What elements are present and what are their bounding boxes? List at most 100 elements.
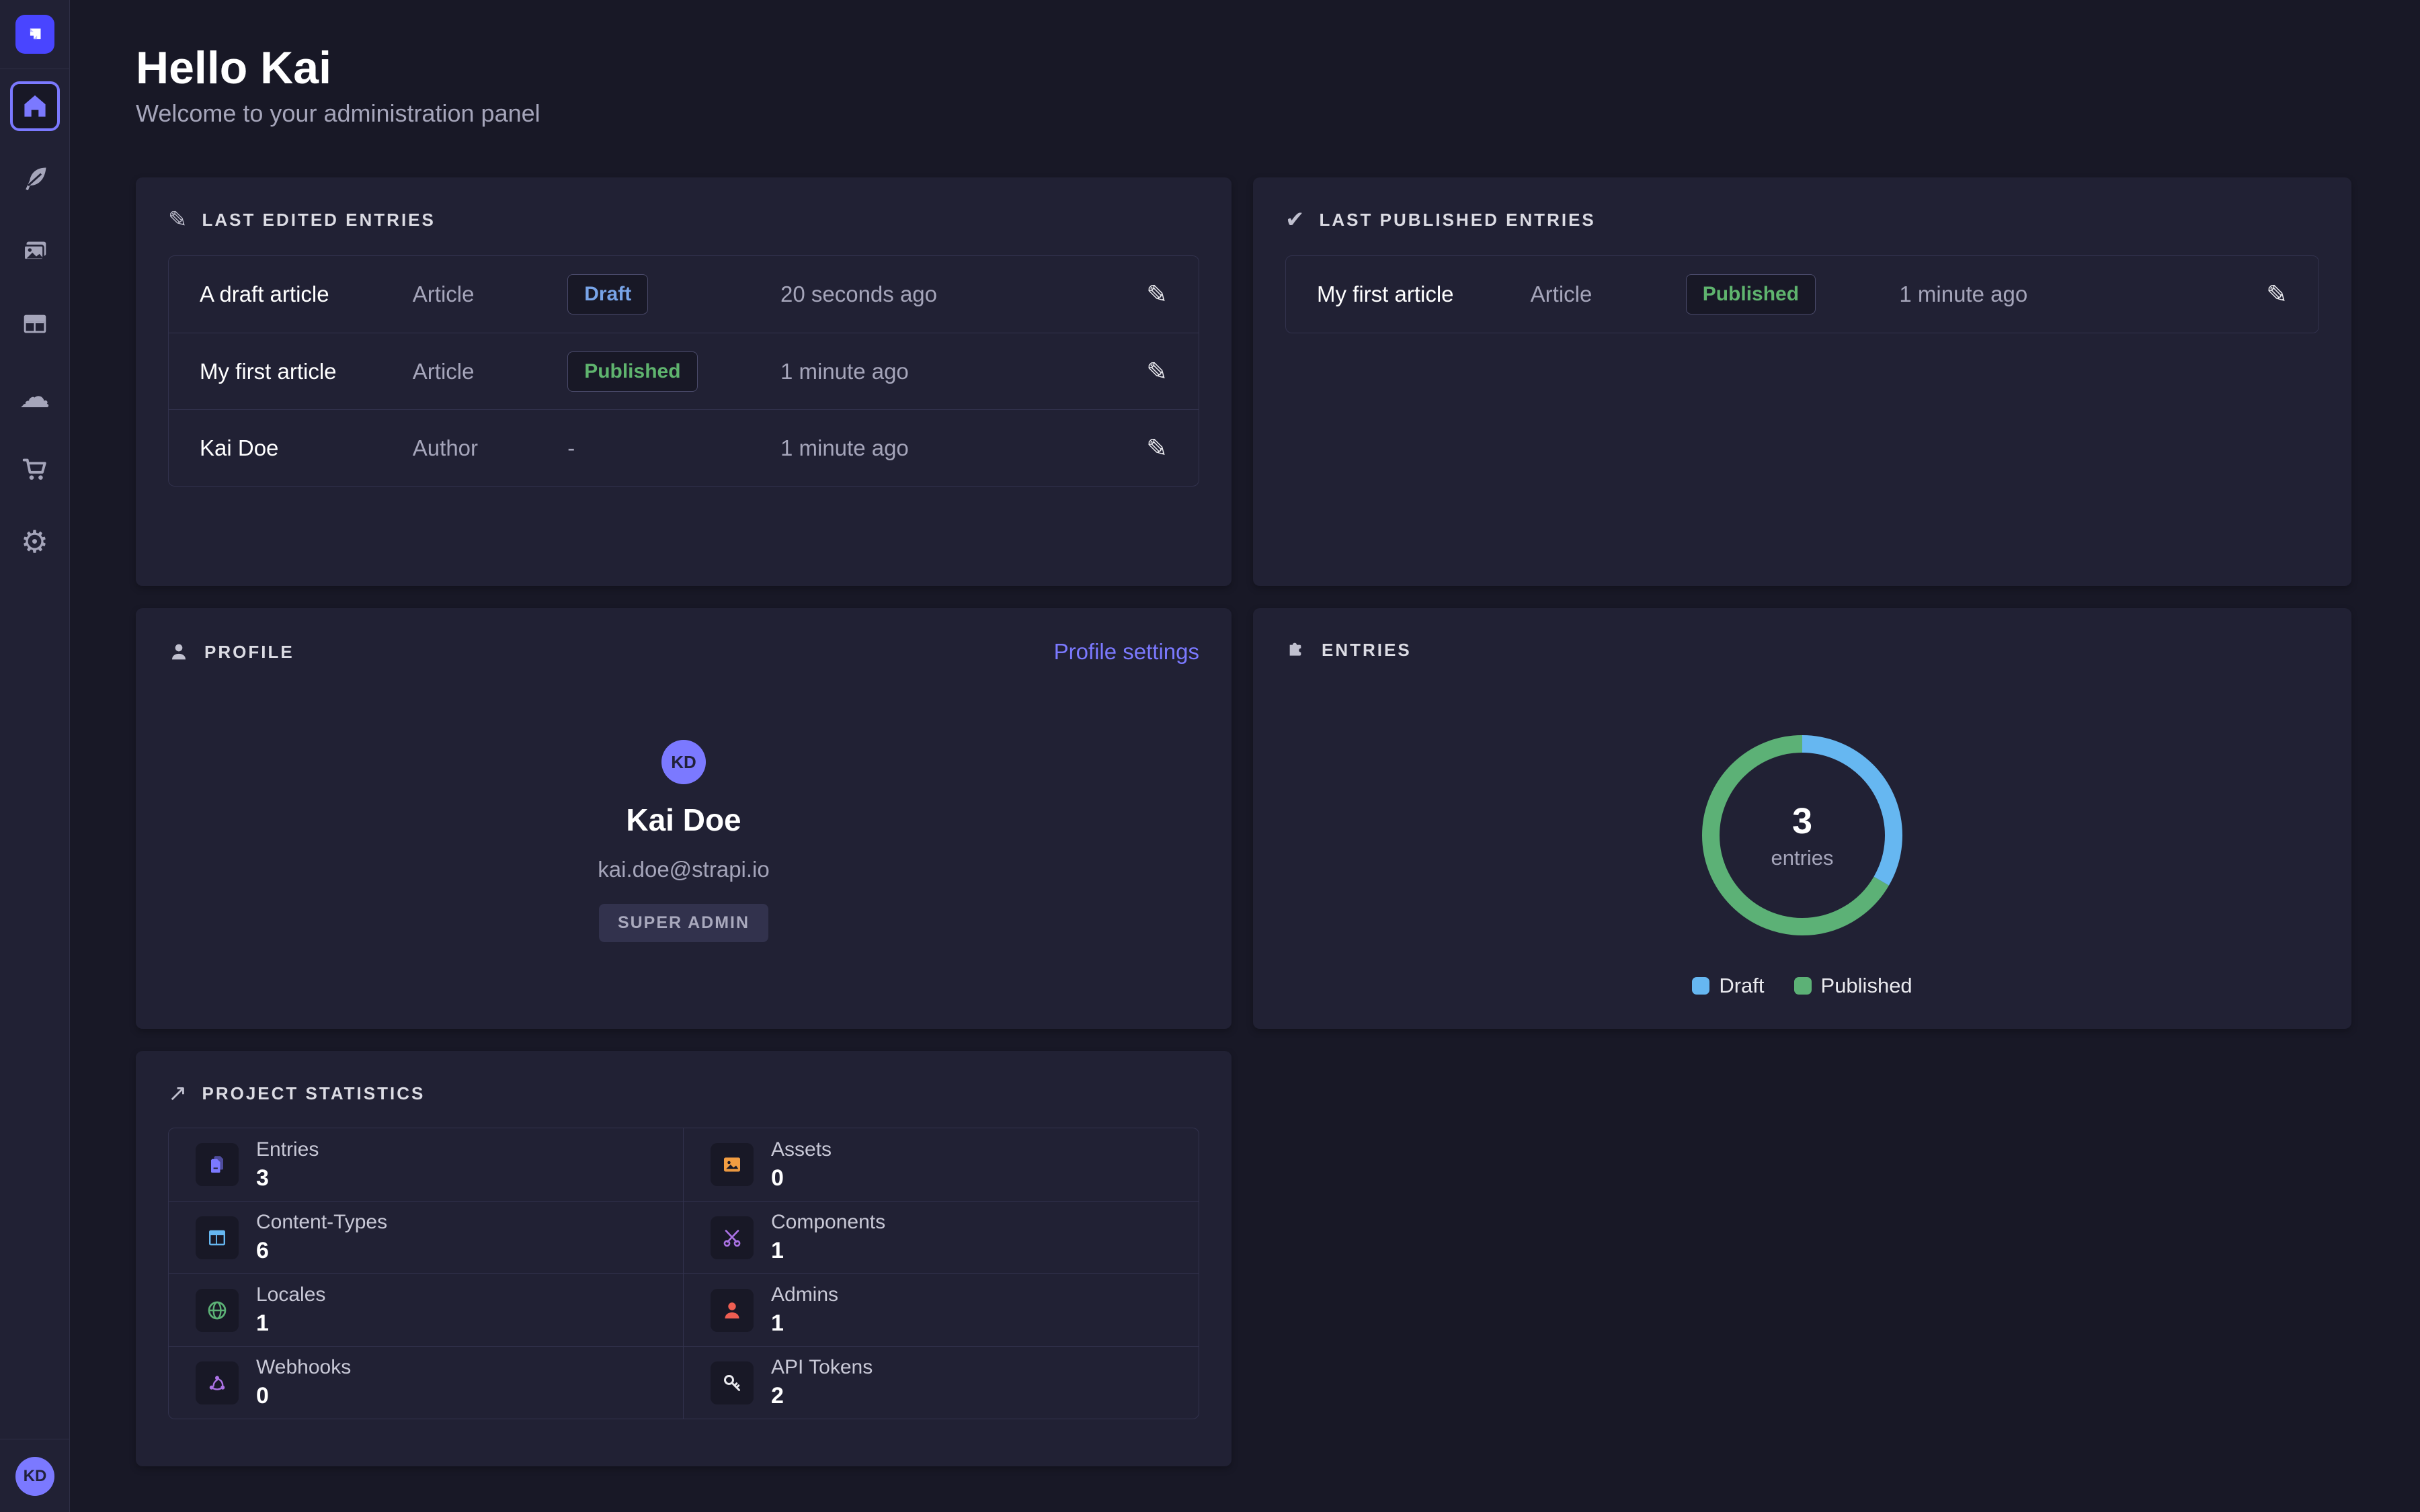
stat-assets: Assets 0 bbox=[684, 1128, 1199, 1201]
entry-name: My first article bbox=[200, 359, 413, 384]
edit-entry-button[interactable]: ✎ bbox=[1146, 280, 1168, 309]
content-types-icon bbox=[205, 1226, 229, 1250]
entry-name: My first article bbox=[1317, 282, 1531, 307]
entries-unit: entries bbox=[1771, 846, 1833, 870]
project-statistics-card: ↗ PROJECT STATISTICS Entries 3 bbox=[136, 1051, 1232, 1466]
profile-email: kai.doe@strapi.io bbox=[598, 857, 769, 882]
last-edited-entries-title: LAST EDITED ENTRIES bbox=[202, 210, 436, 230]
stat-value: 2 bbox=[771, 1383, 873, 1409]
stat-label: Locales bbox=[256, 1284, 325, 1306]
entries-doc-icon bbox=[205, 1152, 229, 1177]
page-subtitle: Welcome to your administration panel bbox=[136, 99, 540, 128]
page-title: Hello Kai bbox=[136, 42, 331, 94]
puzzle-icon bbox=[1285, 639, 1307, 661]
person-icon bbox=[168, 641, 190, 663]
strapi-logo[interactable] bbox=[15, 15, 54, 54]
entries-card: ENTRIES 3 entries Draft Published bbox=[1253, 608, 2351, 1029]
sidebar-item-deploy[interactable]: ☁ bbox=[10, 372, 60, 421]
locales-globe-icon bbox=[205, 1298, 229, 1322]
main-content: Hello Kai Welcome to your administration… bbox=[70, 0, 2420, 1512]
home-icon bbox=[20, 91, 50, 121]
entry-kind: Article bbox=[1531, 282, 1686, 307]
stat-label: Content-Types bbox=[256, 1211, 387, 1234]
entry-kind: Article bbox=[413, 359, 567, 384]
sidebar-footer: KD bbox=[0, 1439, 70, 1512]
sidebar-item-marketplace[interactable] bbox=[10, 444, 60, 494]
pencil-icon: ✎ bbox=[168, 208, 188, 231]
last-published-entries-header: ✔ LAST PUBLISHED ENTRIES bbox=[1285, 208, 2319, 231]
stat-label: Entries bbox=[256, 1138, 319, 1161]
role-badge: SUPER ADMIN bbox=[599, 904, 768, 942]
status-empty: - bbox=[567, 435, 575, 460]
last-published-entries-card: ✔ LAST PUBLISHED ENTRIES My first articl… bbox=[1253, 177, 2351, 586]
edit-entry-button[interactable]: ✎ bbox=[1146, 357, 1168, 386]
stat-label: Admins bbox=[771, 1284, 838, 1306]
table-row: My first article Article Published 1 min… bbox=[169, 333, 1199, 409]
sidebar-item-content-type-builder[interactable] bbox=[10, 299, 60, 349]
project-statistics-grid: Entries 3 Assets 0 bbox=[168, 1128, 1199, 1419]
entries-donut-chart: 3 entries bbox=[1701, 734, 1903, 936]
check-circle-icon: ✔ bbox=[1285, 208, 1305, 231]
project-statistics-header: ↗ PROJECT STATISTICS bbox=[168, 1082, 1199, 1105]
stat-value: 1 bbox=[771, 1310, 838, 1337]
cloud-icon: ☁ bbox=[19, 381, 50, 412]
gear-icon: ⚙ bbox=[21, 526, 48, 557]
entry-time: 1 minute ago bbox=[1899, 282, 2241, 307]
edit-entry-button[interactable]: ✎ bbox=[1146, 433, 1168, 463]
assets-image-icon bbox=[720, 1152, 744, 1177]
stat-webhooks: Webhooks 0 bbox=[169, 1346, 684, 1419]
profile-settings-link[interactable]: Profile settings bbox=[1054, 639, 1199, 665]
stat-api-tokens: API Tokens 2 bbox=[684, 1346, 1199, 1419]
webhooks-icon bbox=[205, 1371, 229, 1395]
legend-item-draft: Draft bbox=[1692, 974, 1764, 998]
entry-time: 1 minute ago bbox=[780, 359, 1121, 384]
sidebar-nav: ☁ ⚙ bbox=[10, 81, 60, 566]
draft-swatch bbox=[1692, 977, 1709, 995]
table-row: My first article Article Published 1 min… bbox=[1286, 256, 2318, 333]
stat-label: Components bbox=[771, 1211, 885, 1234]
published-swatch bbox=[1794, 977, 1812, 995]
sidebar-item-home[interactable] bbox=[10, 81, 60, 131]
sidebar-item-settings[interactable]: ⚙ bbox=[10, 517, 60, 566]
entry-kind: Author bbox=[413, 435, 567, 461]
stat-label: Assets bbox=[771, 1138, 832, 1161]
entries-total: 3 bbox=[1792, 800, 1812, 842]
trend-up-icon: ↗ bbox=[168, 1082, 188, 1105]
stat-locales: Locales 1 bbox=[169, 1273, 684, 1346]
strapi-logo-icon bbox=[24, 23, 46, 46]
last-published-entries-table: My first article Article Published 1 min… bbox=[1285, 255, 2319, 333]
last-edited-entries-card: ✎ LAST EDITED ENTRIES A draft article Ar… bbox=[136, 177, 1232, 586]
admins-user-icon bbox=[720, 1298, 744, 1322]
sidebar-user-avatar[interactable]: KD bbox=[15, 1457, 54, 1496]
table-row: A draft article Article Draft 20 seconds… bbox=[169, 256, 1199, 333]
stat-value: 3 bbox=[256, 1165, 319, 1191]
status-badge: Draft bbox=[567, 274, 648, 314]
legend-label: Published bbox=[1821, 974, 1912, 998]
api-tokens-key-icon bbox=[720, 1371, 744, 1395]
feather-content-icon bbox=[20, 164, 50, 194]
stat-value: 0 bbox=[256, 1383, 351, 1409]
status-badge: Published bbox=[567, 351, 697, 392]
entry-kind: Article bbox=[413, 282, 567, 307]
stat-label: Webhooks bbox=[256, 1356, 351, 1379]
stat-admins: Admins 1 bbox=[684, 1273, 1199, 1346]
stat-entries: Entries 3 bbox=[169, 1128, 684, 1201]
entry-time: 1 minute ago bbox=[780, 435, 1121, 461]
entries-header: ENTRIES bbox=[1285, 639, 2319, 661]
last-edited-entries-table: A draft article Article Draft 20 seconds… bbox=[168, 255, 1199, 487]
sidebar: ☁ ⚙ KD bbox=[0, 0, 70, 1512]
stat-value: 6 bbox=[256, 1238, 387, 1264]
last-edited-entries-header: ✎ LAST EDITED ENTRIES bbox=[168, 208, 1199, 231]
sidebar-item-media-library[interactable] bbox=[10, 226, 60, 276]
edit-entry-button[interactable]: ✎ bbox=[2266, 280, 2288, 309]
entry-time: 20 seconds ago bbox=[780, 282, 1121, 307]
entries-title: ENTRIES bbox=[1322, 640, 1412, 661]
stat-label: API Tokens bbox=[771, 1356, 873, 1379]
legend-item-published: Published bbox=[1794, 974, 1912, 998]
stat-value: 0 bbox=[771, 1165, 832, 1191]
stat-value: 1 bbox=[771, 1238, 885, 1264]
profile-avatar: KD bbox=[661, 740, 706, 784]
profile-title: PROFILE bbox=[204, 642, 294, 663]
profile-body: KD Kai Doe kai.doe@strapi.io SUPER ADMIN bbox=[168, 740, 1199, 942]
sidebar-item-content-manager[interactable] bbox=[10, 154, 60, 204]
